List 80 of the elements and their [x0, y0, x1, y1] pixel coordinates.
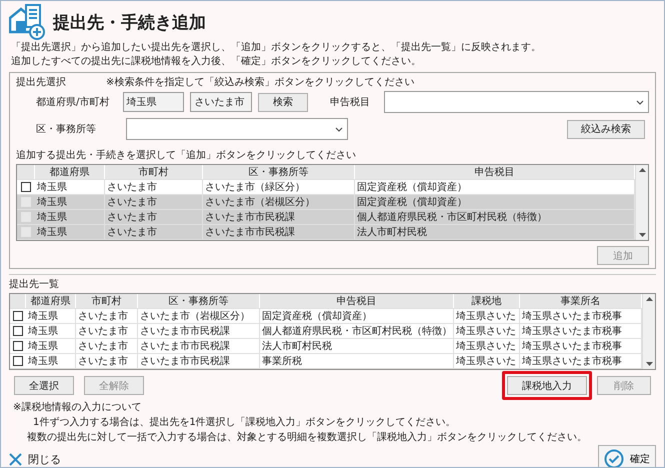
- checkbox[interactable]: [13, 341, 23, 351]
- table-cell: さいたま市: [76, 324, 138, 338]
- note-text: 1件ずつ入力する場合は、提出先を1件選択し「課税地入力」ボタンをクリックしてください。: [32, 416, 457, 430]
- table-cell: 法人市町村民税: [260, 339, 454, 353]
- scrollbar[interactable]: [642, 294, 655, 369]
- table-cell: 埼玉県: [35, 210, 105, 224]
- scroll-down-icon[interactable]: [638, 233, 646, 237]
- table-cell: さいたま市（岩槻区分）: [203, 195, 355, 209]
- column-header[interactable]: 都道府県: [35, 165, 105, 179]
- hint-text: ※検索条件を指定して「絞込み検索」ボタンをクリックしてください: [106, 76, 414, 89]
- note-title: ※課税地情報の入力について: [12, 400, 142, 415]
- close-link[interactable]: 閉じる: [9, 452, 61, 466]
- field-label: 都道府県/市町村: [35, 96, 110, 109]
- table-cell: 事業所税: [260, 354, 454, 368]
- column-header[interactable]: 区・事務所等: [203, 165, 355, 179]
- ward-dropdown[interactable]: [126, 118, 348, 140]
- column-header[interactable]: 事業所名: [520, 294, 642, 308]
- note-text: 複数の提出先に対して一括で入力する場合は、対象とする明細を複数選択し「課税地入力」ボタンをクリックしてください。: [26, 430, 588, 445]
- table-cell: さいたま市市民税課: [138, 324, 260, 338]
- group-label: 提出先選択: [16, 76, 66, 89]
- table-cell: さいたま市（岩槻区分）: [138, 309, 260, 323]
- table-cell: 埼玉県: [35, 225, 105, 239]
- column-header[interactable]: 市町村: [76, 294, 138, 308]
- table-cell: さいたま市: [105, 210, 203, 224]
- column-header[interactable]: 都道府県: [26, 294, 76, 308]
- table-cell: さいたま市市民税課: [203, 210, 355, 224]
- table-cell: 埼玉県: [26, 354, 76, 368]
- column-header[interactable]: 区・事務所等: [138, 294, 260, 308]
- field-label: 申告税目: [330, 96, 371, 109]
- close-icon: [9, 452, 22, 466]
- checkbox[interactable]: [13, 311, 23, 321]
- table-cell: 埼玉県さいた: [454, 354, 520, 368]
- table-cell: さいたま市市民税課: [203, 225, 355, 239]
- table-cell: さいたま市市民税課: [138, 354, 260, 368]
- scroll-up-icon[interactable]: [646, 297, 652, 301]
- table-cell: 埼玉県: [26, 324, 76, 338]
- table-cell: 固定資産税（償却資産）: [260, 309, 454, 323]
- filter-search-button[interactable]: 絞込み検索: [567, 120, 645, 138]
- table-cell: 埼玉県: [26, 309, 76, 323]
- column-header[interactable]: 申告税目: [260, 294, 454, 308]
- table-caption: 追加する提出先・手続きを選択して「追加」ボタンをクリックしてください: [16, 148, 357, 162]
- table-cell: さいたま市: [105, 180, 203, 194]
- column-header[interactable]: 申告税目: [355, 165, 635, 179]
- city-field[interactable]: さいたま市: [190, 92, 252, 112]
- prefecture-field[interactable]: 埼玉県: [122, 92, 184, 112]
- table-cell: 埼玉県さいた: [454, 324, 520, 338]
- column-header[interactable]: 課税地: [454, 294, 520, 308]
- table-cell: 埼玉県: [35, 195, 105, 209]
- confirm-button[interactable]: 確定: [598, 445, 656, 467]
- table-cell: 個人都道府県民税・市区町村民税（特徴）: [260, 324, 454, 338]
- scroll-down-icon[interactable]: [646, 362, 652, 366]
- instruction-text: 追加したすべての提出先に課税地情報を入力後、「確定」ボタンをクリックしてください。: [10, 55, 422, 69]
- checkbox[interactable]: [21, 182, 31, 192]
- column-header[interactable]: 市町村: [105, 165, 203, 179]
- tax-item-dropdown[interactable]: [384, 91, 649, 113]
- table-cell: さいたま市（緑区分）: [203, 180, 355, 194]
- search-button[interactable]: 検索: [258, 92, 308, 112]
- table-cell: さいたま市: [76, 339, 138, 353]
- scrollbar[interactable]: [635, 165, 648, 240]
- chevron-down-icon: [636, 100, 644, 104]
- table-cell: さいたま市: [105, 225, 203, 239]
- checkbox[interactable]: [13, 326, 23, 336]
- table-cell: 埼玉県: [26, 339, 76, 353]
- action-button[interactable]: 課税地入力: [507, 376, 587, 395]
- table-cell: 埼玉県さいた: [454, 339, 520, 353]
- action-button[interactable]: 全選択: [14, 376, 74, 395]
- house-document-icon: [9, 4, 45, 40]
- table-cell: 埼玉県: [35, 180, 105, 194]
- table-cell: 埼玉県さいた: [454, 309, 520, 323]
- chevron-down-icon: [335, 126, 343, 132]
- instruction-text: 「提出先選択」から追加したい提出先を選択し、「追加」ボタンをクリックすると、「提出先一覧」に反映されます。: [10, 41, 542, 55]
- table-cell: さいたま市市民税課: [138, 339, 260, 353]
- field-label: 区・事務所等: [35, 122, 97, 136]
- table-cell: さいたま市: [76, 354, 138, 368]
- group-label: 提出先一覧: [9, 278, 60, 291]
- table-cell: さいたま市: [76, 309, 138, 323]
- checkbox[interactable]: [13, 356, 23, 366]
- scroll-up-icon[interactable]: [638, 168, 646, 172]
- window-title: 提出先・手続き追加: [53, 12, 206, 34]
- table-cell: さいたま市: [105, 195, 203, 209]
